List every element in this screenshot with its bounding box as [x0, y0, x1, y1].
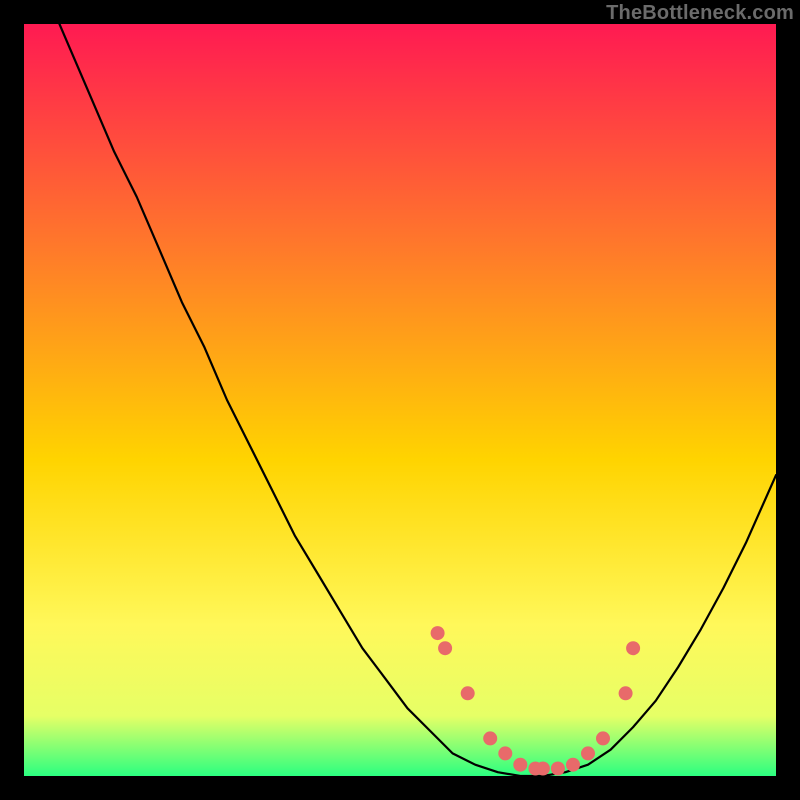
curve-marker: [513, 758, 527, 772]
curve-marker: [483, 731, 497, 745]
curve-marker: [581, 746, 595, 760]
curve-marker: [461, 686, 475, 700]
curve-marker: [498, 746, 512, 760]
curve-marker: [551, 762, 565, 776]
gradient-background: [24, 24, 776, 776]
curve-marker: [596, 731, 610, 745]
attribution-text: TheBottleneck.com: [606, 2, 794, 25]
curve-marker: [431, 626, 445, 640]
curve-marker: [566, 758, 580, 772]
curve-marker: [619, 686, 633, 700]
curve-marker: [536, 762, 550, 776]
curve-marker: [438, 641, 452, 655]
bottleneck-chart: [24, 24, 776, 776]
chart-frame: [24, 24, 776, 776]
curve-marker: [626, 641, 640, 655]
